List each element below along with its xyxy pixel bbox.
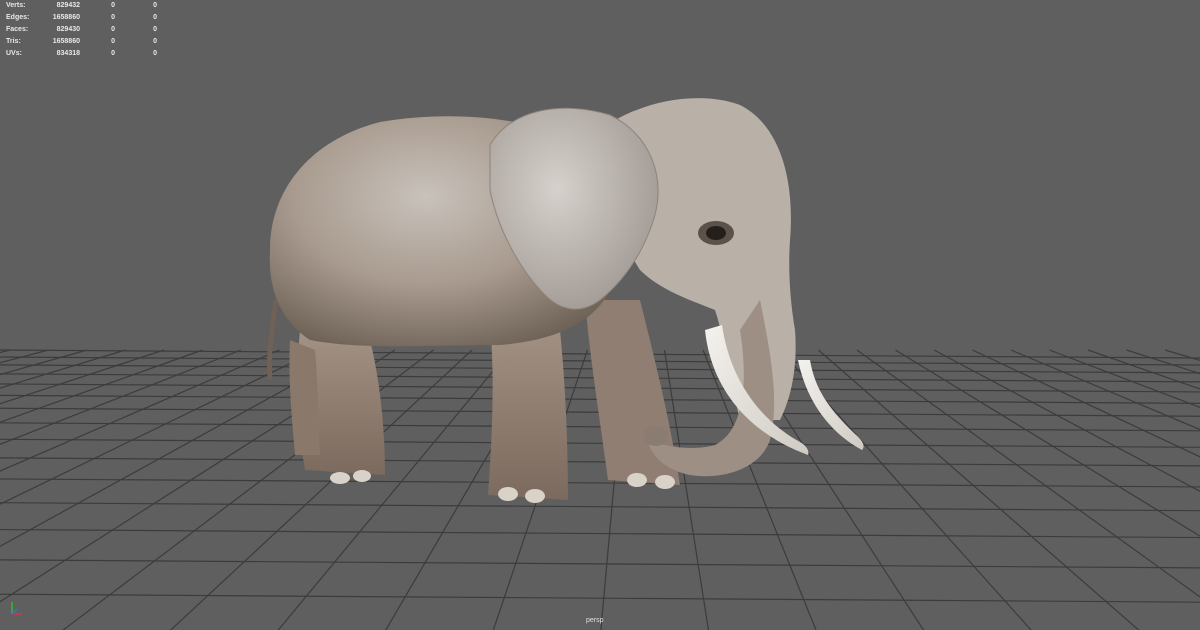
- hud-row: Verts: 829432 0 0: [6, 0, 157, 12]
- hud-v2: 0: [111, 2, 115, 9]
- view-axis-icon: [11, 602, 22, 615]
- hud-v2: 0: [111, 50, 115, 57]
- hud-label: UVs:: [6, 50, 22, 57]
- poly-count-hud: Verts: 829432 0 0 Edges: 1658860 0 0 Faces: 82943…: [6, 0, 157, 60]
- hud-v1: 1658860: [52, 38, 80, 45]
- hud-row: Tris: 1658860 0 0: [6, 36, 157, 48]
- elephant-model[interactable]: [266, 98, 864, 503]
- hud-v1: 829430: [56, 26, 80, 33]
- camera-label: persp: [586, 617, 604, 624]
- scene-canvas[interactable]: [0, 0, 1200, 630]
- hud-v1: 834318: [56, 50, 80, 57]
- hud-v3: 0: [153, 38, 157, 45]
- hud-v3: 0: [153, 14, 157, 21]
- hud-label: Faces:: [6, 26, 29, 33]
- hud-v2: 0: [111, 26, 115, 33]
- hud-label: Tris:: [6, 38, 21, 45]
- hud-v1: 1658860: [52, 14, 80, 21]
- hud-label: Edges:: [6, 14, 30, 21]
- hud-row: Faces: 829430 0 0: [6, 24, 157, 36]
- hud-row: UVs: 834318 0 0: [6, 48, 157, 60]
- hud-v3: 0: [153, 2, 157, 9]
- hud-v2: 0: [111, 38, 115, 45]
- hud-v1: 829432: [56, 2, 80, 9]
- hud-v3: 0: [153, 50, 157, 57]
- 3d-viewport[interactable]: Verts: 829432 0 0 Edges: 1658860 0 0 Faces: 82943…: [0, 0, 1200, 630]
- hud-v2: 0: [111, 14, 115, 21]
- hud-v3: 0: [153, 26, 157, 33]
- hud-row: Edges: 1658860 0 0: [6, 12, 157, 24]
- hud-label: Verts:: [6, 2, 26, 9]
